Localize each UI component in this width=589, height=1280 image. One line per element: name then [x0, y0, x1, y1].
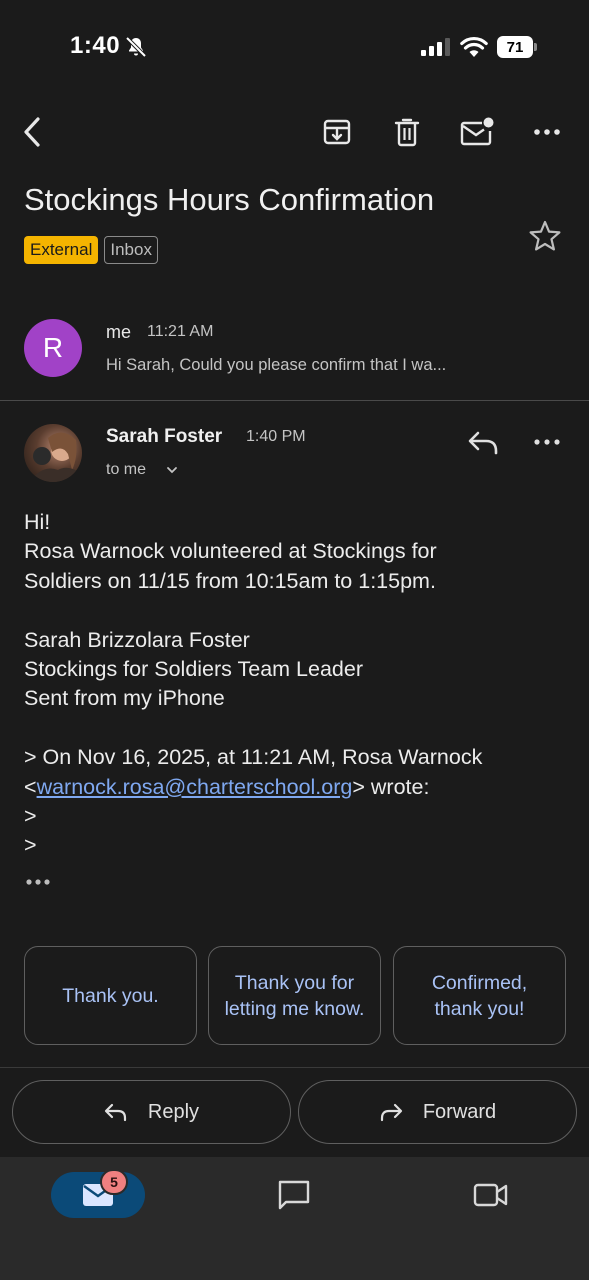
forward-label: Forward — [422, 1100, 497, 1123]
body-line: Rosa Warnock volunteered at Stockings fo… — [24, 539, 437, 564]
status-bar: 1:40 71 — [0, 0, 589, 96]
sender-avatar[interactable] — [24, 424, 82, 482]
cellular-signal-icon — [421, 38, 450, 56]
battery-indicator: 71 — [497, 36, 537, 58]
message-header: Sarah Foster 1:40 PM to me — [0, 410, 589, 490]
smart-reply-button[interactable]: Thank you. — [24, 946, 197, 1045]
quote-line: > On Nov 16, 2025, at 11:21 AM, Rosa War… — [24, 745, 483, 770]
signature-line: Sarah Brizzolara Foster — [24, 627, 250, 652]
message-time: 1:40 PM — [246, 428, 306, 445]
signature-line: Stockings for Soldiers Team Leader — [24, 657, 364, 682]
archive-icon[interactable] — [319, 114, 355, 150]
message-more-icon[interactable] — [530, 427, 564, 457]
email-link[interactable]: warnock.rosa@charterschool.org — [37, 775, 353, 799]
collapsed-message[interactable]: R me 11:21 AM Hi Sarah, Could you please… — [0, 300, 589, 400]
more-options-icon[interactable] — [529, 114, 565, 150]
bell-off-icon — [125, 36, 147, 58]
forward-icon — [380, 1103, 402, 1122]
recipient-line[interactable]: to me — [106, 461, 146, 479]
email-labels: External Inbox — [24, 236, 158, 264]
star-icon[interactable] — [528, 219, 562, 253]
back-arrow-icon[interactable] — [14, 114, 50, 150]
trash-icon[interactable] — [389, 114, 425, 150]
chat-icon[interactable] — [276, 1179, 312, 1211]
wifi-icon — [460, 36, 488, 57]
email-subject: Stockings Hours Confirmation — [24, 182, 435, 217]
reply-label: Reply — [147, 1100, 200, 1123]
reply-icon[interactable] — [466, 427, 500, 457]
quote-line: <warnock.rosa@charterschool.org> wrote: — [24, 774, 430, 799]
sender-name: Sarah Foster — [106, 426, 223, 447]
email-toolbar — [0, 100, 589, 164]
quote-line: > — [24, 804, 37, 829]
nav-mail[interactable] — [51, 1172, 145, 1218]
reply-button[interactable]: Reply — [12, 1080, 291, 1144]
bottom-navigation: 5 — [0, 1157, 589, 1280]
unread-count-badge: 5 — [100, 1169, 128, 1195]
inbox-label[interactable]: Inbox — [104, 236, 158, 264]
message-body: Hi! Rosa Warnock volunteered at Stocking… — [24, 508, 569, 861]
status-time: 1:40 — [70, 32, 121, 59]
reply-icon — [104, 1103, 127, 1122]
divider — [0, 400, 589, 401]
chevron-down-icon[interactable] — [165, 463, 179, 477]
smart-replies: Thank you. Thank you for letting me know… — [24, 946, 566, 1046]
divider — [0, 1067, 589, 1068]
collapsed-snippet: Hi Sarah, Could you please confirm that … — [106, 356, 447, 374]
forward-button[interactable]: Forward — [298, 1080, 577, 1144]
external-label: External — [24, 236, 99, 264]
signature-line: Sent from my iPhone — [24, 686, 225, 711]
quote-line: > — [24, 833, 37, 858]
mark-unread-icon[interactable] — [459, 114, 495, 150]
body-line: Soldiers on 11/15 from 10:15am to 1:15pm… — [24, 568, 436, 593]
body-greeting: Hi! — [24, 510, 51, 534]
battery-level: 71 — [506, 38, 524, 56]
collapsed-time: 11:21 AM — [147, 323, 214, 340]
smart-reply-button[interactable]: Confirmed, thank you! — [393, 946, 566, 1045]
avatar: R — [24, 319, 82, 377]
collapsed-sender: me — [106, 322, 132, 342]
show-trimmed-content-icon[interactable] — [24, 872, 54, 892]
video-camera-icon[interactable] — [472, 1179, 510, 1211]
smart-reply-button[interactable]: Thank you for letting me know. — [208, 946, 381, 1045]
